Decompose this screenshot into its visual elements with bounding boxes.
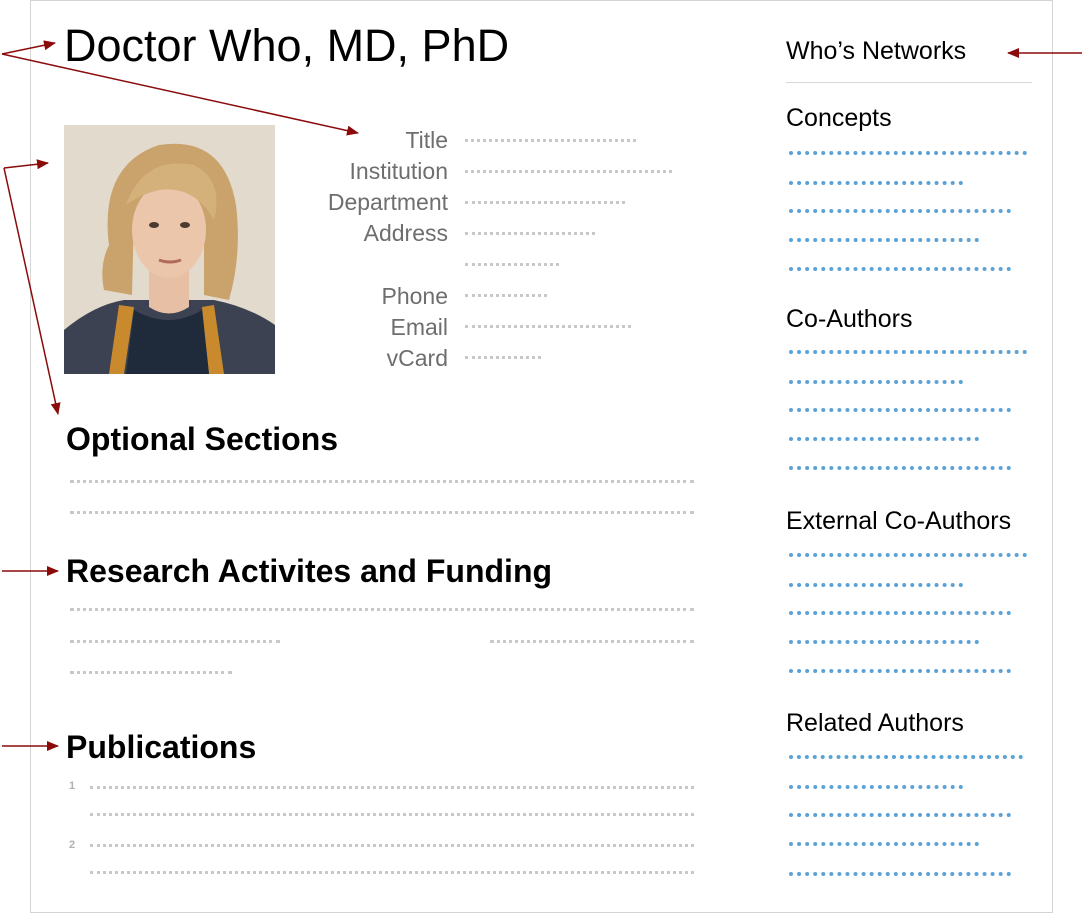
arrow-to-optional — [3, 167, 61, 415]
arrow-to-info — [1, 53, 359, 136]
arrow-to-title — [1, 40, 56, 55]
arrow-to-photo — [3, 159, 49, 170]
annotation-arrows — [1, 40, 1082, 751]
